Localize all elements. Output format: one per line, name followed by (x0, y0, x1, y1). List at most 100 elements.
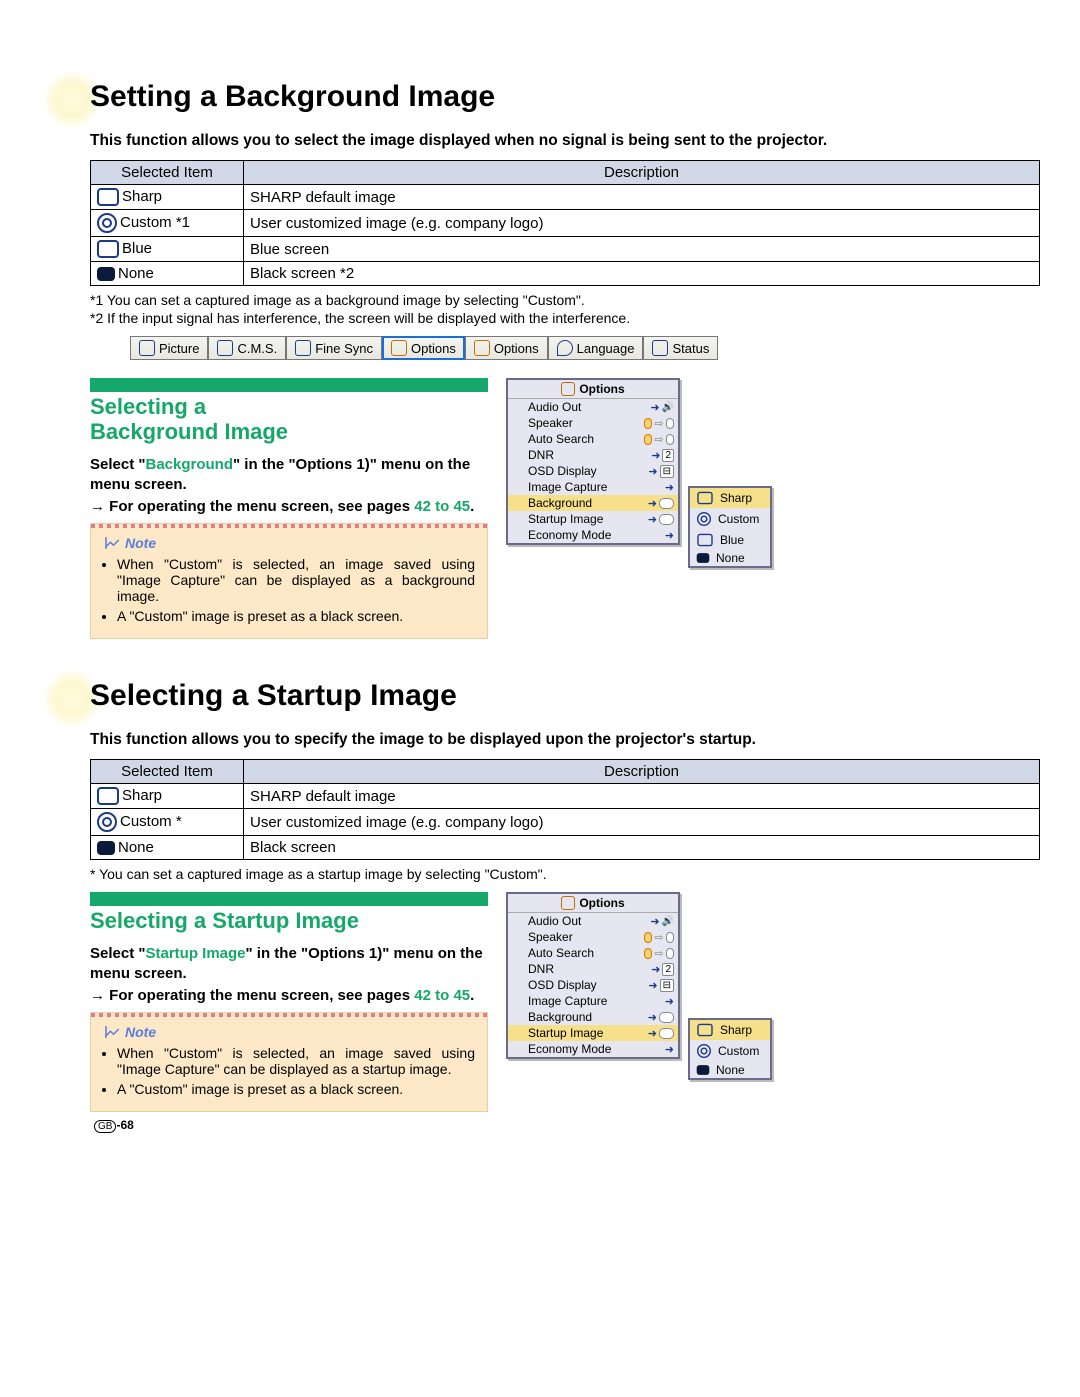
table-row: NoneBlack screen (91, 836, 1040, 860)
menu-tab-cms[interactable]: C.M.S. (208, 336, 286, 360)
osd-value: ⊟ (660, 465, 674, 478)
osd-row-startup-image[interactable]: Startup Image➜ (508, 1025, 678, 1041)
menu-tab-picture[interactable]: Picture (130, 336, 208, 360)
submenu-label: Sharp (720, 491, 752, 505)
osd-row-control: ⇨ (644, 947, 674, 960)
arrow-icon: ➜ (651, 449, 660, 462)
instr-text: Select " (90, 456, 145, 473)
section2-title: Selecting a Startup Image (90, 679, 1040, 713)
arrow-icon: ⇨ (654, 417, 663, 430)
arrow-icon: ➜ (665, 1043, 674, 1056)
osd-row-background[interactable]: Background➜ (508, 495, 678, 511)
osd-row-auto-search[interactable]: Auto Search⇨ (508, 945, 678, 961)
menu-tab-label: Picture (159, 341, 199, 356)
instr-keyword: Background (145, 456, 233, 473)
row-icon (512, 963, 524, 975)
osd-row-label: Economy Mode (528, 528, 640, 542)
arrow-icon: ⇨ (654, 433, 663, 446)
col-header-description: Description (244, 161, 1040, 185)
page-ref: 42 to 45 (414, 987, 470, 1004)
note-label: Note (103, 1023, 475, 1041)
osd-row-speaker[interactable]: Speaker ⇨ (508, 415, 678, 431)
osd-row-label: DNR (528, 448, 640, 462)
menu-tab-options[interactable]: Options (465, 336, 548, 360)
note-box: Note When "Custom" is selected, an image… (90, 1012, 488, 1112)
row-icon (512, 449, 524, 461)
osd-row-startup-image[interactable]: Startup Image➜ (508, 511, 678, 527)
cell-item: Custom * (120, 813, 182, 830)
instr-text: Select " (90, 945, 145, 962)
submenu-item-blue[interactable]: Blue (690, 530, 770, 550)
block2-instruction2: → For operating the menu screen, see pag… (90, 986, 488, 1006)
arrow-icon: ➜ (665, 529, 674, 542)
menu-tab-status[interactable]: Status (643, 336, 718, 360)
menu-tab-language[interactable]: Language (548, 336, 644, 360)
osd-row-osd-display[interactable]: OSD Display➜⊟ (508, 463, 678, 479)
heading-line: Selecting a (90, 394, 206, 419)
note-item: When "Custom" is selected, an image save… (117, 1045, 475, 1077)
table-row: BlueBlue screen (91, 237, 1040, 262)
osd-row-osd-display[interactable]: OSD Display➜⊟ (508, 977, 678, 993)
osd-panel: OptionsAudio Out➜🔊Speaker⇨Auto Search⇨DN… (506, 892, 680, 1059)
submenu-item-sharp[interactable]: Sharp (690, 1020, 770, 1040)
instr-text: → For operating the menu screen, see pag… (90, 987, 414, 1004)
note-label-text: Note (125, 1024, 156, 1040)
osd-row-audio-out[interactable]: Audio Out➜🔊 (508, 913, 678, 929)
target-icon (97, 213, 117, 233)
submenu-label: Blue (720, 533, 744, 547)
osd-value: ⊟ (660, 979, 674, 992)
submenu-item-none[interactable]: None (690, 1062, 770, 1078)
section2-intro: This function allows you to specify the … (90, 731, 1040, 749)
submenu-item-sharp[interactable]: Sharp (690, 488, 770, 508)
footnote: *1 You can set a captured image as a bac… (90, 292, 1040, 308)
menu-strip: PictureC.M.S.Fine SyncOptionsOptionsLang… (130, 336, 1040, 360)
menu-tab-label: C.M.S. (237, 341, 277, 356)
menu-tab-options[interactable]: Options (382, 336, 465, 360)
osd2-wrap: OptionsAudio Out➜🔊Speaker⇨Auto Search⇨DN… (506, 892, 772, 1080)
col-header-description: Description (244, 760, 1040, 784)
osd-row-dnr[interactable]: DNR➜2 (508, 961, 678, 977)
box-icon (97, 787, 119, 805)
arrow-icon: ➜ (650, 401, 659, 414)
osd-row-economy-mode[interactable]: Economy Mode ➜ (508, 527, 678, 543)
arrow-icon: ➜ (665, 481, 674, 494)
osd-row-image-capture[interactable]: Image Capture➜ (508, 993, 678, 1009)
osd-row-audio-out[interactable]: Audio Out➜🔊 (508, 399, 678, 415)
osd-row-control: ➜ (644, 497, 674, 510)
submenu-label: Sharp (720, 1023, 752, 1037)
arrow-icon: ➜ (648, 979, 657, 992)
cell-desc: SHARP default image (244, 185, 1040, 210)
section2-footnotes: * You can set a captured image as a star… (90, 866, 1040, 882)
osd-row-label: Audio Out (528, 914, 640, 928)
row-icon (512, 481, 524, 493)
row-icon (512, 979, 524, 991)
osd-row-control: ⇨ (644, 931, 674, 944)
submenu-item-custom[interactable]: Custom (690, 508, 770, 530)
osd-row-image-capture[interactable]: Image Capture➜ (508, 479, 678, 495)
block2-instruction: Select "Startup Image" in the "Options 1… (90, 944, 488, 985)
osd-row-economy-mode[interactable]: Economy Mode➜ (508, 1041, 678, 1057)
toggle-icon (666, 434, 674, 445)
osd-row-speaker[interactable]: Speaker⇨ (508, 929, 678, 945)
menu-tab-icon (652, 340, 668, 356)
osd-row-control: ➜ (644, 1043, 674, 1056)
osd-row-background[interactable]: Background➜ (508, 1009, 678, 1025)
row-icon (512, 433, 524, 445)
osd-value: 2 (662, 449, 674, 462)
arrow-icon: ➜ (648, 465, 657, 478)
menu-tab-label: Options (411, 341, 456, 356)
submenu-item-custom[interactable]: Custom (690, 1040, 770, 1062)
submenu-item-none[interactable]: None (690, 550, 770, 566)
toggle-icon (659, 1012, 674, 1023)
cell-item: Sharp (122, 188, 162, 205)
toggle-icon (666, 418, 674, 429)
cell-item: Custom *1 (120, 214, 190, 231)
osd-row-dnr[interactable]: DNR ➜2 (508, 447, 678, 463)
row-icon (512, 915, 524, 927)
osd-row-auto-search[interactable]: Auto Search⇨ (508, 431, 678, 447)
osd-row-label: Speaker (528, 416, 640, 430)
menu-tab-finesync[interactable]: Fine Sync (286, 336, 382, 360)
osd-row-control: ➜🔊 (644, 401, 674, 414)
note-box: Note When "Custom" is selected, an image… (90, 523, 488, 639)
osd-row-control: ➜ (644, 1011, 674, 1024)
